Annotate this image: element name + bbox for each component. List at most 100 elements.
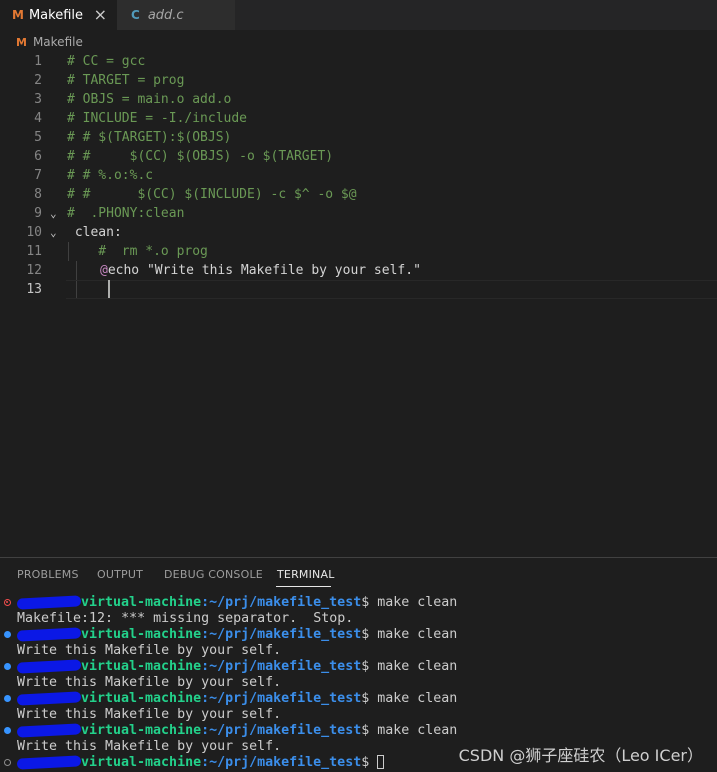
- code-line[interactable]: 3 # OBJS = main.o add.o: [0, 90, 717, 109]
- terminal-prompt-line: virtual-machine:~/prj/makefile_test$ mak…: [16, 626, 458, 643]
- terminal-prompt-line[interactable]: virtual-machine:~/prj/makefile_test$: [16, 754, 385, 771]
- makefile-icon: M: [16, 35, 27, 49]
- tab-output[interactable]: OUTPUT: [97, 568, 143, 581]
- prompt-host: virtual-machine: [81, 595, 202, 610]
- success-decoration-icon[interactable]: [4, 663, 11, 670]
- redacted-username: [16, 658, 82, 674]
- success-decoration-icon[interactable]: [4, 631, 11, 638]
- terminal-command: make clean: [377, 595, 458, 610]
- prompt-path: :~/prj/makefile_test: [201, 627, 362, 642]
- code-line[interactable]: 1 # CC = gcc: [0, 52, 717, 71]
- tab-debug-console[interactable]: DEBUG CONSOLE: [164, 568, 263, 581]
- line-number: 1: [34, 54, 42, 69]
- tab-label: Makefile: [28, 7, 83, 23]
- terminal-cursor: [377, 755, 385, 769]
- success-decoration-icon[interactable]: [4, 727, 11, 734]
- code-line[interactable]: 6 # # $(CC) $(OBJS) -o $(TARGET): [0, 147, 717, 166]
- line-text: # .PHONY:clean: [67, 206, 185, 221]
- prompt-host: virtual-machine: [81, 723, 202, 738]
- tab-label: add.c: [147, 7, 184, 23]
- line-number: 6: [34, 149, 42, 164]
- line-number: 4: [34, 111, 42, 126]
- line-text: # # $(CC) $(INCLUDE) -c $^ -o $@: [67, 187, 357, 202]
- line-number: 10: [26, 225, 42, 240]
- terminal-output-line: Write this Makefile by your self.: [17, 707, 282, 722]
- code-line[interactable]: 7 # # %.o:%.c: [0, 166, 717, 185]
- line-text: # # %.o:%.c: [67, 168, 154, 183]
- bottom-panel: PROBLEMS OUTPUT DEBUG CONSOLE TERMINAL v…: [0, 557, 717, 772]
- redacted-username: [16, 722, 82, 738]
- prompt-path: :~/prj/makefile_test: [201, 723, 362, 738]
- line-text: # CC = gcc: [67, 54, 146, 69]
- line-number: 9: [34, 206, 42, 221]
- fold-chevron-icon[interactable]: ⌄: [50, 223, 57, 242]
- close-icon[interactable]: ×: [94, 5, 107, 24]
- prompt-symbol: $: [361, 659, 378, 674]
- line-number: 5: [34, 130, 42, 145]
- line-number: 3: [34, 92, 42, 107]
- breadcrumb[interactable]: M Makefile: [16, 33, 83, 51]
- terminal-prompt-line: virtual-machine:~/prj/makefile_test$ mak…: [16, 690, 458, 707]
- code-line[interactable]: 4 # INCLUDE = -I./include: [0, 109, 717, 128]
- panel-tabs: PROBLEMS OUTPUT DEBUG CONSOLE TERMINAL: [0, 558, 717, 590]
- terminal-command: make clean: [377, 691, 458, 706]
- line-number: 13: [26, 282, 42, 297]
- success-decoration-icon[interactable]: [4, 695, 11, 702]
- line-number: 12: [26, 263, 42, 278]
- code-line[interactable]: 8 # # $(CC) $(INCLUDE) -c $^ -o $@: [0, 185, 717, 204]
- terminal-output-line: Write this Makefile by your self.: [17, 675, 282, 690]
- makefile-icon: M: [12, 8, 24, 22]
- prompt-path: :~/prj/makefile_test: [201, 595, 362, 610]
- terminal-output-line: Write this Makefile by your self.: [17, 643, 282, 658]
- code-line[interactable]: 9 ⌄ # .PHONY:clean: [0, 204, 717, 223]
- prompt-host: virtual-machine: [81, 755, 202, 770]
- code-line[interactable]: 5 # # $(TARGET):$(OBJS): [0, 128, 717, 147]
- line-number: 11: [26, 244, 42, 259]
- fold-chevron-icon[interactable]: ⌄: [50, 204, 57, 223]
- active-tab-indicator: [276, 586, 331, 587]
- prompt-path: :~/prj/makefile_test: [201, 691, 362, 706]
- code-line[interactable]: 10 ⌄ clean:: [0, 223, 717, 242]
- tab-problems[interactable]: PROBLEMS: [17, 568, 79, 581]
- prompt-symbol: $: [361, 627, 378, 642]
- line-text: clean:: [67, 225, 122, 240]
- prompt-path: :~/prj/makefile_test: [201, 755, 362, 770]
- c-file-icon: C: [131, 8, 140, 22]
- text-cursor: [108, 280, 110, 298]
- prompt-host: virtual-machine: [81, 691, 202, 706]
- decorator-symbol: @: [100, 263, 108, 278]
- redacted-username: [16, 754, 82, 770]
- code-editor[interactable]: 1 # CC = gcc 2 # TARGET = prog 3 # OBJS …: [0, 52, 717, 557]
- error-decoration-icon[interactable]: [4, 599, 11, 606]
- terminal-command: make clean: [377, 659, 458, 674]
- watermark: CSDN @狮子座硅农（Leo ICer）: [458, 746, 703, 765]
- terminal-prompt-line: virtual-machine:~/prj/makefile_test$ mak…: [16, 594, 458, 611]
- line-text: # # $(TARGET):$(OBJS): [67, 130, 232, 145]
- terminal-prompt-line: virtual-machine:~/prj/makefile_test$ mak…: [16, 722, 458, 739]
- tab-add-c[interactable]: C add.c: [117, 0, 235, 30]
- line-text: # TARGET = prog: [67, 73, 185, 88]
- tab-terminal[interactable]: TERMINAL: [277, 568, 335, 581]
- terminal-command: make clean: [377, 627, 458, 642]
- code-line[interactable]: 12 @echo "Write this Makefile by your se…: [0, 261, 717, 280]
- prompt-host: virtual-machine: [81, 627, 202, 642]
- terminal-output-line: Makefile:12: *** missing separator. Stop…: [17, 611, 354, 626]
- line-text: # OBJS = main.o add.o: [67, 92, 232, 107]
- prompt-symbol: $: [361, 691, 378, 706]
- prompt-symbol: $: [361, 755, 378, 770]
- terminal-command: make clean: [377, 723, 458, 738]
- redacted-username: [16, 690, 82, 706]
- editor-tab-bar: M Makefile × C add.c: [0, 0, 717, 30]
- code-line[interactable]: 11 # rm *.o prog: [0, 242, 717, 261]
- redacted-username: [16, 626, 82, 642]
- echo-command: echo "Write this Makefile by your self.": [107, 263, 421, 278]
- terminal-prompt-line: virtual-machine:~/prj/makefile_test$ mak…: [16, 658, 458, 675]
- breadcrumb-label[interactable]: Makefile: [33, 35, 83, 49]
- tab-makefile[interactable]: M Makefile ×: [0, 0, 117, 30]
- line-number: 8: [34, 187, 42, 202]
- empty-decoration-icon[interactable]: [4, 759, 11, 766]
- line-number: 2: [34, 73, 42, 88]
- line-number: 7: [34, 168, 42, 183]
- code-line[interactable]: 2 # TARGET = prog: [0, 71, 717, 90]
- prompt-symbol: $: [361, 595, 378, 610]
